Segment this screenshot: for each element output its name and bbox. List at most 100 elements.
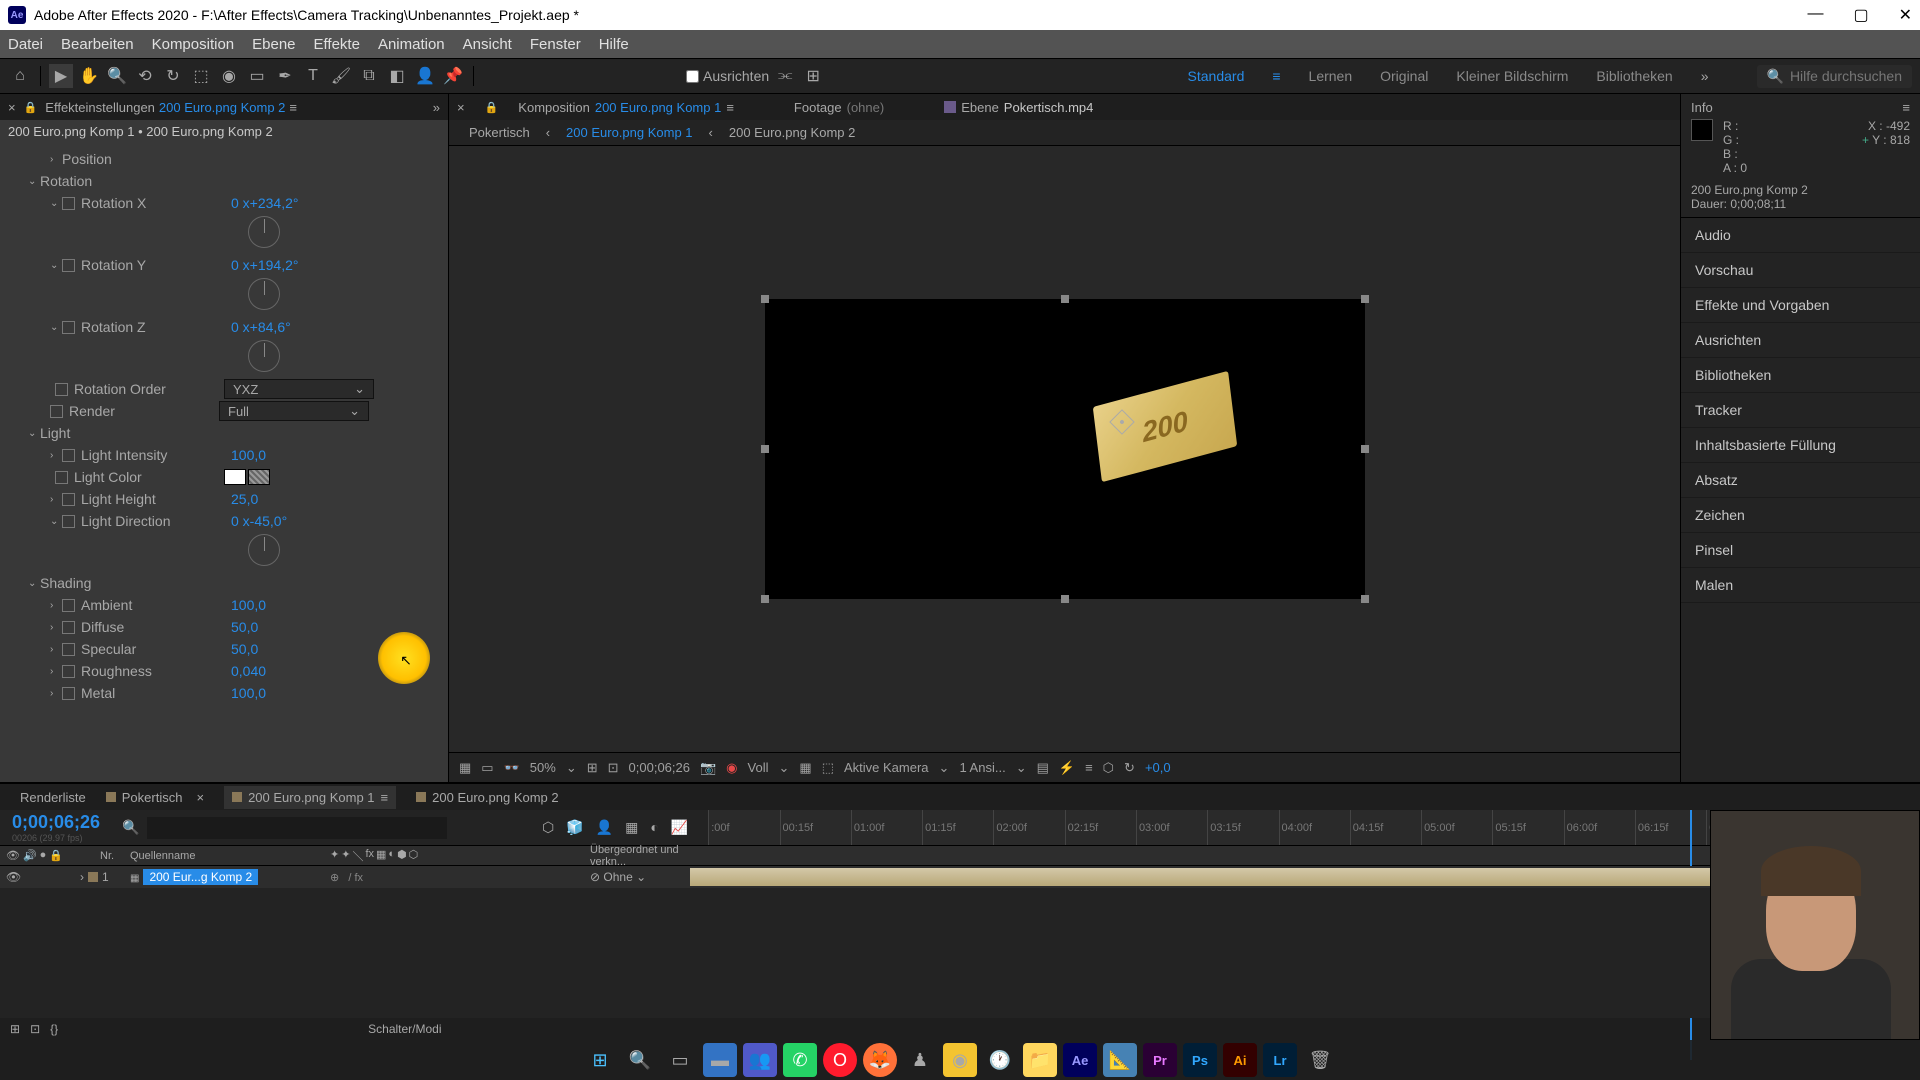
- prop-position[interactable]: Position: [62, 151, 112, 167]
- teams-icon[interactable]: 👥: [743, 1043, 777, 1077]
- selection-tool-icon[interactable]: ▶: [49, 64, 73, 88]
- search-icon[interactable]: 🔍: [122, 819, 139, 836]
- effect-tab-label[interactable]: Effekteinstellungen: [45, 100, 155, 115]
- workspace-bibliotheken[interactable]: Bibliotheken: [1596, 68, 1672, 84]
- views-select[interactable]: 1 Ansi...: [959, 760, 1005, 775]
- clone-tool-icon[interactable]: ⧉: [357, 64, 381, 88]
- rotate-tool-icon[interactable]: ↻: [161, 64, 185, 88]
- stopwatch-icon[interactable]: [62, 515, 75, 528]
- side-pinsel[interactable]: Pinsel: [1681, 533, 1920, 568]
- panel-close-icon[interactable]: ×: [8, 100, 16, 115]
- opera-icon[interactable]: O: [823, 1043, 857, 1077]
- prop-ambient-val[interactable]: 100,0: [231, 597, 266, 613]
- zoom-value[interactable]: 50%: [530, 760, 556, 775]
- toggle-modes-icon[interactable]: ⊡: [30, 1022, 40, 1036]
- prop-rotation[interactable]: Rotation: [40, 173, 92, 189]
- app-icon[interactable]: 🗑: [1303, 1043, 1337, 1077]
- footer-label[interactable]: Schalter/Modi: [368, 1022, 441, 1036]
- search-taskbar-icon[interactable]: 🔍: [623, 1043, 657, 1077]
- side-audio[interactable]: Audio: [1681, 218, 1920, 253]
- snap-checkbox[interactable]: [686, 70, 699, 83]
- guides-icon[interactable]: ⊡: [608, 760, 619, 776]
- chevron-left-icon[interactable]: ‹: [546, 125, 550, 140]
- task-view-icon[interactable]: ▭: [663, 1043, 697, 1077]
- resolution-icon[interactable]: ▭: [481, 760, 493, 776]
- shape-tool-icon[interactable]: ▭: [245, 64, 269, 88]
- prop-specular-val[interactable]: 50,0: [231, 641, 258, 657]
- lock-icon[interactable]: 🔒: [49, 849, 63, 862]
- tab-komp1[interactable]: 200 Euro.png Komp 1≡: [224, 786, 396, 809]
- lightroom-icon[interactable]: Lr: [1263, 1043, 1297, 1077]
- help-search[interactable]: 🔍 Hilfe durchsuchen: [1757, 65, 1913, 88]
- brackets-icon[interactable]: {}: [50, 1022, 58, 1036]
- pan-behind-tool-icon[interactable]: ◉: [217, 64, 241, 88]
- side-tracker[interactable]: Tracker: [1681, 393, 1920, 428]
- camera-select[interactable]: Aktive Kamera: [844, 760, 929, 775]
- stopwatch-icon[interactable]: [62, 687, 75, 700]
- app-icon[interactable]: ◉: [943, 1043, 977, 1077]
- tab-menu-icon[interactable]: ≡: [726, 100, 734, 115]
- menu-komposition[interactable]: Komposition: [152, 36, 235, 53]
- snapshot-icon[interactable]: 📷: [700, 760, 716, 776]
- workspace-original[interactable]: Original: [1380, 68, 1428, 84]
- snap-options2-icon[interactable]: ⊞: [801, 64, 825, 88]
- tab-footage[interactable]: Footage: [794, 100, 842, 115]
- stopwatch-icon[interactable]: [55, 471, 68, 484]
- prop-roughness-val[interactable]: 0,040: [231, 663, 266, 679]
- eraser-tool-icon[interactable]: ◧: [385, 64, 409, 88]
- mask-icon[interactable]: 👓: [504, 760, 520, 776]
- reset-exp-icon[interactable]: ↻: [1124, 760, 1135, 776]
- eye-icon[interactable]: 👁: [6, 870, 21, 884]
- brush-tool-icon[interactable]: 🖌: [329, 64, 353, 88]
- pen-tool-icon[interactable]: ✒: [273, 64, 297, 88]
- crumb-komp2[interactable]: 200 Euro.png Komp 2: [729, 125, 855, 140]
- start-icon[interactable]: ⊞: [583, 1043, 617, 1077]
- tab-pokertisch[interactable]: Pokertisch×: [106, 790, 204, 805]
- workspace-kleiner[interactable]: Kleiner Bildschirm: [1456, 68, 1568, 84]
- transparency-icon[interactable]: ▦: [799, 760, 811, 776]
- channel-icon[interactable]: ◉: [726, 760, 737, 776]
- side-bibliotheken[interactable]: Bibliotheken: [1681, 358, 1920, 393]
- side-effekte[interactable]: Effekte und Vorgaben: [1681, 288, 1920, 323]
- composition-viewer[interactable]: 200: [449, 146, 1680, 752]
- stopwatch-icon[interactable]: [62, 621, 75, 634]
- prop-metal-val[interactable]: 100,0: [231, 685, 266, 701]
- exposure-value[interactable]: +0,0: [1145, 760, 1171, 775]
- camera-tool-icon[interactable]: ⬚: [189, 64, 213, 88]
- comp-lock-icon[interactable]: 🔒: [485, 101, 499, 114]
- effect-tab-compname[interactable]: 200 Euro.png Komp 2: [159, 100, 285, 115]
- side-vorschau[interactable]: Vorschau: [1681, 253, 1920, 288]
- timecode-display[interactable]: 0;00;06;26: [629, 760, 690, 775]
- speaker-icon[interactable]: 🔊: [23, 849, 37, 862]
- motion-blur-icon[interactable]: ◐: [650, 819, 658, 836]
- prop-lightdir-val[interactable]: 0 x-45,0°: [231, 513, 287, 529]
- orbit-tool-icon[interactable]: ⟲: [133, 64, 157, 88]
- explorer-icon[interactable]: 📁: [1023, 1043, 1057, 1077]
- timeline-search[interactable]: [147, 817, 447, 839]
- maximize-button[interactable]: ▢: [1853, 5, 1868, 25]
- app-icon[interactable]: 📐: [1103, 1043, 1137, 1077]
- grid-icon[interactable]: ⊞: [587, 760, 598, 776]
- tab-komposition-name[interactable]: 200 Euro.png Komp 1: [595, 100, 721, 115]
- stopwatch-icon[interactable]: [62, 599, 75, 612]
- tab-komp2[interactable]: 200 Euro.png Komp 2: [416, 790, 558, 805]
- menu-hilfe[interactable]: Hilfe: [599, 36, 629, 53]
- prop-diffuse-val[interactable]: 50,0: [231, 619, 258, 635]
- panel-menu-icon[interactable]: ≡: [1902, 100, 1910, 115]
- zoom-tool-icon[interactable]: 🔍: [105, 64, 129, 88]
- render-select[interactable]: Full⌄: [219, 401, 369, 421]
- minimize-button[interactable]: —: [1807, 5, 1823, 25]
- workspace-standard[interactable]: Standard: [1188, 68, 1245, 84]
- shy-icon[interactable]: 👤: [596, 819, 613, 836]
- tab-ebene[interactable]: Ebene: [961, 100, 999, 115]
- region-icon[interactable]: ⬚: [822, 760, 834, 776]
- puppet-tool-icon[interactable]: 📌: [441, 64, 465, 88]
- premiere-icon[interactable]: Pr: [1143, 1043, 1177, 1077]
- stopwatch-icon[interactable]: [62, 643, 75, 656]
- stopwatch-icon[interactable]: [55, 383, 68, 396]
- frame-blend-icon[interactable]: ▦: [625, 819, 638, 836]
- stopwatch-icon[interactable]: [62, 449, 75, 462]
- fast-preview-icon[interactable]: ⚡: [1059, 760, 1075, 776]
- menu-datei[interactable]: Datei: [8, 36, 43, 53]
- side-ausrichten[interactable]: Ausrichten: [1681, 323, 1920, 358]
